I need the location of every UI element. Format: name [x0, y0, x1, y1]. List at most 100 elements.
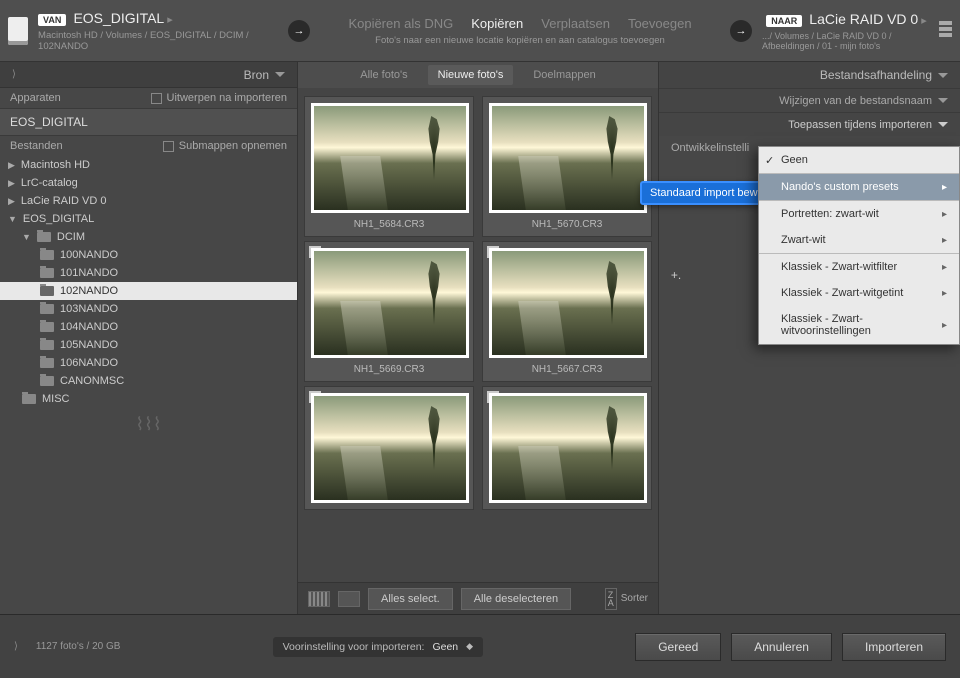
- thumbnail-cell[interactable]: ✓: [482, 386, 652, 510]
- thumbnail-image: [489, 248, 647, 358]
- mode-copy[interactable]: Kopiëren: [471, 16, 523, 31]
- popup-presets[interactable]: Klassiek - Zwart-witvoorinstellingen▸: [759, 306, 959, 344]
- popup-filter[interactable]: Klassiek - Zwart-witfilter▸: [759, 254, 959, 280]
- thumbnail-label: NH1_5670.CR3: [489, 213, 645, 230]
- folder-lacie[interactable]: ▶LaCie RAID VD 0: [0, 192, 297, 210]
- presets-popup: Geen Nando's custom presets▸ Portretten:…: [758, 146, 960, 345]
- drive-icon: [8, 17, 28, 45]
- folder-icon: [40, 304, 54, 314]
- preset-label: Voorinstelling voor importeren:: [283, 641, 425, 653]
- destination-title[interactable]: LaCie RAID VD 0: [809, 11, 918, 27]
- arrow-right-icon[interactable]: →: [288, 20, 310, 42]
- topbar: VAN EOS_DIGITAL ▸ Macintosh HD / Volumes…: [0, 0, 960, 62]
- folder-dcim[interactable]: ▼DCIM: [0, 228, 297, 246]
- devices-row: Apparaten Uitwerpen na importeren: [0, 88, 297, 108]
- folder-100[interactable]: 100NANDO: [0, 246, 297, 264]
- thumbnail-grid[interactable]: NH1_5684.CR3 NH1_5670.CR3 ✓ NH1_5669.CR3…: [298, 88, 658, 582]
- van-badge: VAN: [38, 14, 66, 26]
- source-path: Macintosh HD / Volumes / EOS_DIGITAL / D…: [38, 30, 278, 52]
- popup-portrait[interactable]: Portretten: zwart-wit▸: [759, 201, 959, 227]
- thumbnail-image: [489, 103, 647, 213]
- mode-add[interactable]: Toevoegen: [628, 16, 692, 31]
- thumbnail-cell[interactable]: NH1_5670.CR3: [482, 96, 652, 237]
- arrow-right-icon-2[interactable]: →: [730, 20, 752, 42]
- file-handling-header[interactable]: Bestandsafhandeling: [659, 62, 960, 88]
- folder-icon: [40, 358, 54, 368]
- cancel-button[interactable]: Annuleren: [731, 633, 832, 661]
- thumbnail-cell[interactable]: ✓: [304, 386, 474, 510]
- rename-header[interactable]: Wijzigen van de bestandsnaam: [659, 88, 960, 112]
- folder-lrc[interactable]: ▶LrC-catalog: [0, 174, 297, 192]
- thumbnail-cell[interactable]: ✓ NH1_5669.CR3: [304, 241, 474, 382]
- apply-during-import-header[interactable]: Toepassen tijdens importeren: [659, 112, 960, 136]
- folder-101[interactable]: 101NANDO: [0, 264, 297, 282]
- files-row: Bestanden Submappen opnemen: [0, 136, 297, 156]
- dropdown-icon: ◆: [466, 641, 473, 652]
- import-mode-block: Kopiëren als DNG Kopiëren Verplaatsen To…: [320, 16, 720, 46]
- thumbnail-image: [311, 393, 469, 503]
- sort-control[interactable]: ZASorter: [605, 588, 648, 610]
- source-panel-header[interactable]: ⟩Bron: [0, 62, 297, 88]
- folder-eos[interactable]: ▼EOS_DIGITAL: [0, 210, 297, 228]
- folder-icon: [37, 232, 51, 242]
- folder-icon: [40, 250, 54, 260]
- folder-mac[interactable]: ▶Macintosh HD: [0, 156, 297, 174]
- chevron-right-icon: ▸: [942, 209, 947, 220]
- popup-tint[interactable]: Klassiek - Zwart-witgetint▸: [759, 280, 959, 306]
- bottombar: ⟩ 1127 foto's / 20 GB Voorinstelling voo…: [0, 614, 960, 678]
- folder-105[interactable]: 105NANDO: [0, 336, 297, 354]
- source-title[interactable]: EOS_DIGITAL: [73, 10, 164, 26]
- folder-102[interactable]: 102NANDO: [0, 282, 297, 300]
- thumbnail-cell[interactable]: ✓ NH1_5667.CR3: [482, 241, 652, 382]
- source-block: VAN EOS_DIGITAL ▸ Macintosh HD / Volumes…: [8, 10, 278, 52]
- subfolders-label: Submappen opnemen: [179, 140, 287, 152]
- tab-new[interactable]: Nieuwe foto's: [428, 65, 514, 85]
- naar-badge: NAAR: [766, 15, 802, 27]
- grid-toolbar: Alles select. Alle deselecteren ZASorter: [298, 582, 658, 614]
- import-button[interactable]: Importeren: [842, 633, 946, 661]
- center-panel: Alle foto's Nieuwe foto's Doelmappen NH1…: [298, 62, 658, 614]
- ornament-icon: ⌇⌇⌇: [0, 408, 297, 441]
- thumbnail-label: NH1_5669.CR3: [311, 358, 467, 375]
- select-all-button[interactable]: Alles select.: [368, 588, 453, 610]
- popup-custom[interactable]: Nando's custom presets▸: [759, 174, 959, 200]
- folder-icon: [40, 322, 54, 332]
- chevron-right-icon: ▸: [942, 262, 947, 273]
- folder-canonmsc[interactable]: CANONMSC: [0, 372, 297, 390]
- folder-106[interactable]: 106NANDO: [0, 354, 297, 372]
- tab-all[interactable]: Alle foto's: [360, 69, 407, 81]
- subfolder-icon[interactable]: [939, 21, 952, 41]
- chevron-right-icon: ▸: [942, 235, 947, 246]
- popup-bw[interactable]: Zwart-wit▸: [759, 227, 959, 253]
- done-button[interactable]: Gereed: [635, 633, 721, 661]
- destination-block: NAAR LaCie RAID VD 0 ▸ .../ Volumes / La…: [762, 11, 952, 51]
- status-text: 1127 foto's / 20 GB: [36, 641, 121, 652]
- preset-value: Geen: [432, 641, 458, 653]
- device-eos[interactable]: EOS_DIGITAL: [0, 108, 297, 136]
- folder-104[interactable]: 104NANDO: [0, 318, 297, 336]
- folder-icon: [40, 286, 54, 296]
- left-panel: ⟩Bron Apparaten Uitwerpen na importeren …: [0, 62, 298, 614]
- folder-icon: [40, 268, 54, 278]
- loupe-view-icon[interactable]: [338, 591, 360, 607]
- add-icon[interactable]: +.: [669, 268, 683, 282]
- chevron-right-icon: ▸: [942, 320, 947, 331]
- popup-none[interactable]: Geen: [759, 147, 959, 173]
- deselect-all-button[interactable]: Alle deselecteren: [461, 588, 571, 610]
- chevron-right-icon: ▸: [942, 288, 947, 299]
- mode-move[interactable]: Verplaatsen: [541, 16, 610, 31]
- folder-icon: [22, 394, 36, 404]
- tab-dest[interactable]: Doelmappen: [533, 69, 595, 81]
- folder-103[interactable]: 103NANDO: [0, 300, 297, 318]
- eject-label: Uitwerpen na importeren: [167, 92, 287, 104]
- thumbnail-image: [311, 248, 469, 358]
- thumbnail-cell[interactable]: NH1_5684.CR3: [304, 96, 474, 237]
- folder-misc[interactable]: MISC: [0, 390, 297, 408]
- thumbnail-label: NH1_5667.CR3: [489, 358, 645, 375]
- mode-copy-dng[interactable]: Kopiëren als DNG: [348, 16, 453, 31]
- sort-za-icon: ZA: [605, 588, 617, 610]
- subfolders-checkbox[interactable]: [163, 141, 174, 152]
- eject-checkbox[interactable]: [151, 93, 162, 104]
- import-preset-selector[interactable]: Voorinstelling voor importeren: Geen ◆: [273, 637, 483, 657]
- grid-view-icon[interactable]: [308, 591, 330, 607]
